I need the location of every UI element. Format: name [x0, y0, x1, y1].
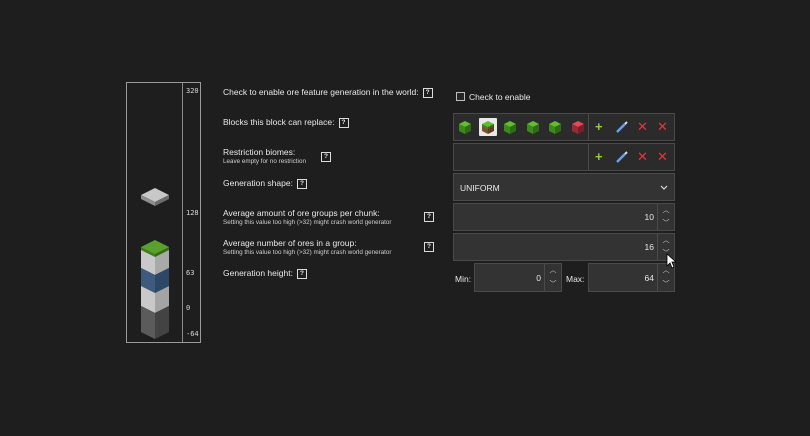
mouse-cursor-icon — [666, 253, 676, 269]
groups-sublabel: Setting this value too high (>32) might … — [223, 219, 392, 226]
edit-icon[interactable] — [615, 151, 628, 164]
block-stack-illustration — [141, 188, 169, 339]
tick-label: 320 — [186, 87, 199, 95]
stone-slab-icon — [141, 188, 169, 206]
spinner-buttons: ︿ ﹀ — [544, 264, 561, 291]
help-icon[interactable]: ? — [424, 242, 434, 252]
tick-label: -64 — [186, 330, 199, 338]
help-icon[interactable]: ? — [296, 178, 307, 189]
height-max-spinner[interactable]: 64 ︿ ﹀ — [588, 263, 675, 292]
shape-select[interactable]: UNIFORM — [453, 173, 675, 201]
decrement-button[interactable]: ﹀ — [545, 278, 561, 292]
biomes-label: Restriction biomes: — [223, 147, 296, 157]
groups-value: 10 — [644, 212, 654, 222]
increment-button[interactable]: ︿ — [658, 204, 674, 217]
tick-label: 63 — [186, 269, 195, 277]
grass-block-icon[interactable] — [478, 118, 497, 136]
ores-value: 16 — [644, 242, 654, 252]
height-preview: 320 128 63 0 -64 — [126, 82, 201, 343]
ores-label: Average number of ores in a group: — [223, 238, 357, 248]
add-block-button[interactable]: + — [595, 120, 603, 133]
replace-blocks-list[interactable]: + ✕ ✕ — [453, 113, 675, 141]
grass-block-icon[interactable] — [501, 118, 519, 136]
ores-label-row: Average number of ores in a group: Setti… — [223, 238, 392, 256]
replace-label-row: Blocks this block can replace:? — [223, 117, 349, 128]
shape-select-value: UNIFORM — [460, 183, 500, 193]
edit-icon[interactable] — [615, 121, 628, 134]
grass-block-icon[interactable] — [456, 118, 474, 136]
spinner-buttons: ︿ ﹀ — [657, 204, 674, 230]
increment-button[interactable]: ︿ — [658, 234, 674, 247]
height-ruler — [182, 83, 183, 342]
remove-block-button[interactable]: ✕ — [637, 120, 648, 133]
increment-button[interactable]: ︿ — [545, 264, 561, 278]
height-label-row: Generation height:? — [223, 268, 307, 279]
height-max-value: 64 — [644, 272, 654, 283]
groups-label: Average amount of ore groups per chunk: — [223, 208, 380, 218]
biomes-list[interactable]: + ✕ ✕ — [453, 143, 675, 171]
enable-checkbox[interactable] — [456, 92, 465, 101]
enable-checkbox-label[interactable]: Check to enable — [469, 92, 530, 102]
enable-label: Check to enable ore feature generation i… — [223, 87, 419, 97]
add-biome-button[interactable]: + — [595, 150, 603, 163]
divider — [588, 114, 589, 140]
decrement-button[interactable]: ﹀ — [658, 278, 674, 292]
help-icon[interactable]: ? — [422, 87, 433, 98]
clear-biomes-button[interactable]: ✕ — [657, 150, 668, 163]
chevron-down-icon — [660, 185, 668, 190]
groups-label-row: Average amount of ore groups per chunk: … — [223, 208, 392, 226]
ores-spinner[interactable]: 16 ︿ ﹀ — [453, 233, 675, 261]
biomes-sublabel: Leave empty for no restriction — [223, 158, 306, 165]
clear-blocks-button[interactable]: ✕ — [657, 120, 668, 133]
decrement-button[interactable]: ﹀ — [658, 217, 674, 230]
grass-block-icon — [141, 240, 169, 275]
divider — [588, 144, 589, 170]
enable-label-row: Check to enable ore feature generation i… — [223, 87, 433, 98]
shape-label-row: Generation shape:? — [223, 178, 307, 189]
tick-label: 0 — [186, 304, 191, 312]
grass-block-icon[interactable] — [546, 118, 564, 136]
replace-label: Blocks this block can replace: — [223, 117, 335, 127]
groups-spinner[interactable]: 10 ︿ ﹀ — [453, 203, 675, 231]
help-icon[interactable]: ? — [338, 117, 349, 128]
grass-block-icon[interactable] — [524, 118, 542, 136]
height-label: Generation height: — [223, 268, 293, 278]
tick-label: 128 — [186, 209, 199, 217]
biomes-label-row: Restriction biomes: Leave empty for no r… — [223, 147, 306, 165]
min-label: Min: — [455, 274, 472, 284]
height-min-value: 0 — [536, 272, 541, 283]
help-icon[interactable]: ? — [321, 152, 331, 162]
shape-label: Generation shape: — [223, 178, 293, 188]
block-items — [456, 118, 587, 136]
remove-biome-button[interactable]: ✕ — [637, 150, 648, 163]
max-label: Max: — [566, 274, 585, 284]
help-icon[interactable]: ? — [424, 212, 434, 222]
height-min-spinner[interactable]: 0 ︿ ﹀ — [474, 263, 562, 292]
ores-sublabel: Setting this value too high (>32) might … — [223, 249, 392, 256]
red-block-icon[interactable] — [569, 118, 587, 136]
help-icon[interactable]: ? — [296, 268, 307, 279]
